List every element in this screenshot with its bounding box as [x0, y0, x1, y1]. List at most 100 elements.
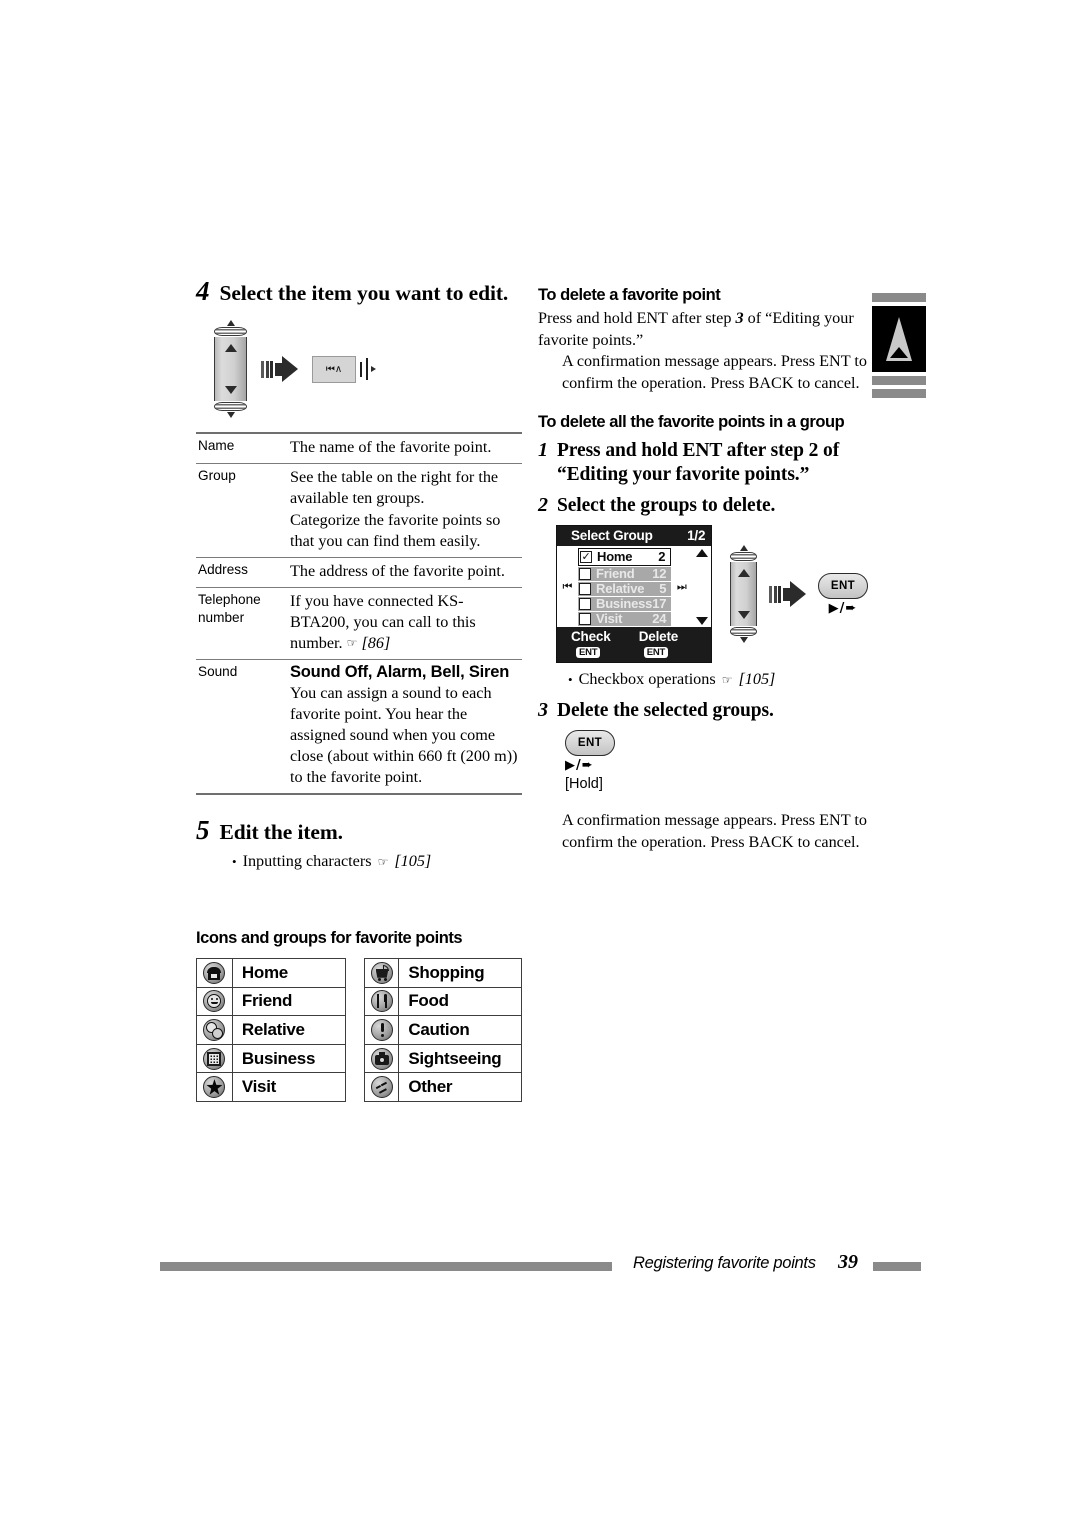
- sightseeing-icon: [363, 1043, 400, 1074]
- lcd-row-visit[interactable]: Visit 24: [578, 611, 672, 627]
- group-step-2: 2 Select the groups to delete.: [538, 494, 868, 517]
- delete-groups-note: A confirmation message appears. Press EN…: [562, 811, 867, 851]
- group-step-1-title: Press and hold ENT after step 2 of “Edit…: [557, 439, 868, 486]
- checkbox-friend[interactable]: [579, 567, 591, 580]
- checkbox-home[interactable]: ✓: [580, 550, 592, 563]
- lcd-row-home-count: 2: [658, 549, 666, 565]
- table-row: Telephone number If you have connected K…: [196, 586, 522, 660]
- delete-favorite-point-note: A confirmation message appears. Press EN…: [562, 352, 867, 392]
- table-row: Name The name of the favorite point.: [196, 432, 522, 464]
- track-up-button-label: ⏮∧: [325, 363, 343, 375]
- lcd-row-relative-name: Relative: [596, 581, 645, 597]
- lcd-check-label: Check: [571, 629, 611, 645]
- bullet-icon: •: [568, 672, 573, 688]
- delete-group-heading: To delete all the favorite points in a g…: [538, 413, 845, 432]
- sound-wave-icon: [358, 358, 368, 381]
- lcd-row-home-name: Home: [597, 549, 633, 565]
- field-address-value: The address of the favorite point.: [288, 556, 522, 588]
- lcd-delete-action[interactable]: Delete ENT: [639, 629, 707, 659]
- group-label-other: Other: [398, 1072, 522, 1102]
- group-label-friend: Friend: [231, 986, 346, 1017]
- list-item: Home: [196, 957, 346, 988]
- ent-button-sublabel: ▶/➨: [828, 600, 858, 616]
- lcd-row-visit-count: 24: [652, 611, 667, 627]
- icons-groups-tables: Home Friend Relative Business Visit Shop…: [196, 957, 522, 1102]
- field-sound-text: You can assign a sound to each favorite …: [290, 683, 518, 786]
- group-label-sightseeing: Sightseeing: [398, 1043, 522, 1074]
- lcd-title-text: Select Group: [571, 528, 653, 544]
- ent-button[interactable]: ENT: [565, 730, 615, 757]
- ent-button-illustration: ENT ▶/➨: [818, 572, 868, 616]
- group-label-home: Home: [231, 957, 346, 988]
- margin-bar-mid: [872, 376, 926, 385]
- jog-dial-illustration: ⏮∧: [214, 320, 522, 419]
- step-5-bullet: • Inputting characters ☞ [105]: [232, 851, 522, 873]
- icon-group-table-left: Home Friend Relative Business Visit: [196, 957, 346, 1102]
- group-step-2-bullet: • Checkbox operations ☞ [105]: [568, 669, 868, 691]
- icons-groups-heading: Icons and groups for favorite points: [196, 928, 463, 947]
- checkbox-relative[interactable]: [579, 582, 591, 595]
- pointing-hand-icon: ☞: [721, 673, 733, 688]
- field-address-key: Address: [196, 556, 288, 588]
- lcd-row-visit-name: Visit: [596, 611, 623, 627]
- navigation-arrow-badge: [872, 306, 926, 372]
- group-step-3-title: Delete the selected groups.: [557, 700, 774, 722]
- margin-bar-bottom: [872, 389, 926, 398]
- footer-page-number: 39: [838, 1251, 858, 1273]
- field-telephone-key: Telephone number: [196, 586, 288, 660]
- caution-icon: [363, 1015, 400, 1045]
- lcd-title-bar: Select Group 1/2: [557, 526, 712, 547]
- bullet-icon: •: [232, 854, 237, 870]
- field-sound-key: Sound: [196, 658, 288, 796]
- list-item: Friend: [196, 986, 346, 1017]
- lcd-page-indicator: 1/2: [687, 528, 706, 544]
- field-telephone-value: If you have connected KS-BTA200, you can…: [288, 586, 522, 660]
- other-icon: [363, 1072, 400, 1102]
- lcd-row-business-count: 17: [652, 596, 667, 612]
- favorite-point-fields-table: Name The name of the favorite point. Gro…: [196, 432, 522, 796]
- ent-button-sublabel: ▶/➨: [565, 758, 594, 774]
- table-row: Sound Sound Off, Alarm, Bell, Siren You …: [196, 658, 522, 796]
- footer-bar-short: [873, 1262, 921, 1271]
- lcd-row-friend-count: 12: [652, 566, 667, 582]
- hold-ent-illustration: ENT ▶/➨ [Hold]: [565, 730, 868, 792]
- lcd-row-relative-count: 5: [659, 581, 667, 597]
- list-item: Other: [363, 1072, 522, 1102]
- delete-favorite-point-paragraph: Press and hold ENT after step 3 of “Edit…: [538, 308, 868, 351]
- pointing-hand-icon: ☞: [377, 855, 389, 870]
- group-step-3-number: 3: [538, 699, 548, 722]
- lcd-check-action[interactable]: Check ENT: [571, 629, 639, 659]
- field-sound-value: Sound Off, Alarm, Bell, Siren You can as…: [288, 658, 522, 796]
- jog-dial-icon: [730, 545, 757, 644]
- delete-ent-chip: ENT: [643, 647, 669, 659]
- checkbox-visit[interactable]: [579, 612, 591, 625]
- field-name-value: The name of the favorite point.: [288, 432, 522, 464]
- step-4-number: 4: [196, 276, 210, 306]
- group-step-2-title: Select the groups to delete.: [557, 494, 776, 516]
- lcd-group-list: ✓ Home 2 Friend 12 Relative 5 Business 1…: [578, 546, 672, 627]
- icon-group-table-right: Shopping Food Caution Sightseeing Other: [363, 957, 522, 1102]
- group-label-business: Business: [231, 1043, 346, 1074]
- home-icon: [196, 957, 233, 988]
- field-group-key: Group: [196, 463, 288, 558]
- lcd-row-friend[interactable]: Friend 12: [578, 566, 672, 582]
- checkbox-business[interactable]: [579, 597, 591, 610]
- lcd-row-business[interactable]: Business 17: [578, 596, 672, 612]
- manual-page: 4 Select the item you want to edit. ⏮∧ N…: [0, 0, 1080, 1528]
- lcd-row-relative[interactable]: Relative 5: [578, 581, 672, 597]
- lcd-scroll-indicators: [692, 546, 711, 627]
- g1-a: Press and hold ENT after step: [557, 440, 809, 462]
- check-ent-chip: ENT: [576, 647, 601, 659]
- group-step-2-bullet-text: Checkbox operations: [578, 670, 716, 689]
- g1-n: 2: [808, 440, 819, 462]
- step-5-title: Edit the item.: [219, 820, 344, 845]
- delete-favorite-point-heading: To delete a favorite point: [538, 286, 721, 304]
- ent-button[interactable]: ENT: [818, 572, 868, 599]
- friend-icon: [196, 986, 233, 1017]
- food-icon: [363, 986, 400, 1017]
- lcd-delete-label: Delete: [638, 629, 679, 645]
- margin-tab: [872, 293, 926, 402]
- footer-bar-long: [160, 1262, 612, 1271]
- lcd-row-home[interactable]: ✓ Home 2: [578, 547, 672, 566]
- list-item: Sightseeing: [363, 1043, 522, 1074]
